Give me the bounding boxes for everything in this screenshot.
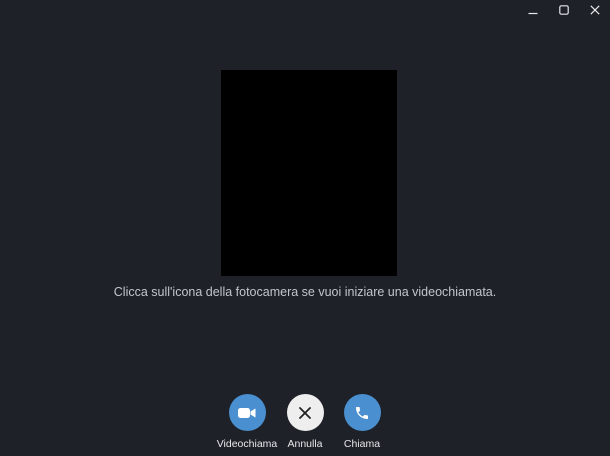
- cancel-label: Annulla: [287, 438, 323, 450]
- maximize-button[interactable]: [548, 0, 579, 20]
- maximize-icon: [558, 5, 569, 15]
- call-window: Clicca sull'icona della fotocamera se vu…: [0, 0, 610, 456]
- call-actions: Videochiama Annulla Chiama: [0, 394, 610, 456]
- close-icon: [299, 406, 311, 419]
- call-action: Chiama: [322, 394, 402, 451]
- close-window-button[interactable]: [579, 0, 610, 20]
- call-button[interactable]: [343, 394, 381, 431]
- minimize-button[interactable]: [517, 0, 548, 20]
- cancel-button[interactable]: [286, 394, 324, 431]
- video-camera-icon: [238, 407, 256, 418]
- call-label: Chiama: [343, 438, 381, 450]
- window-controls: [517, 0, 610, 20]
- close-icon: [589, 5, 600, 15]
- minimize-icon: [528, 12, 537, 15]
- hint-text: Clicca sull'icona della fotocamera se vu…: [113, 285, 497, 299]
- phone-icon: [356, 406, 368, 419]
- camera-preview: [221, 70, 397, 276]
- video-call-button[interactable]: [228, 394, 266, 431]
